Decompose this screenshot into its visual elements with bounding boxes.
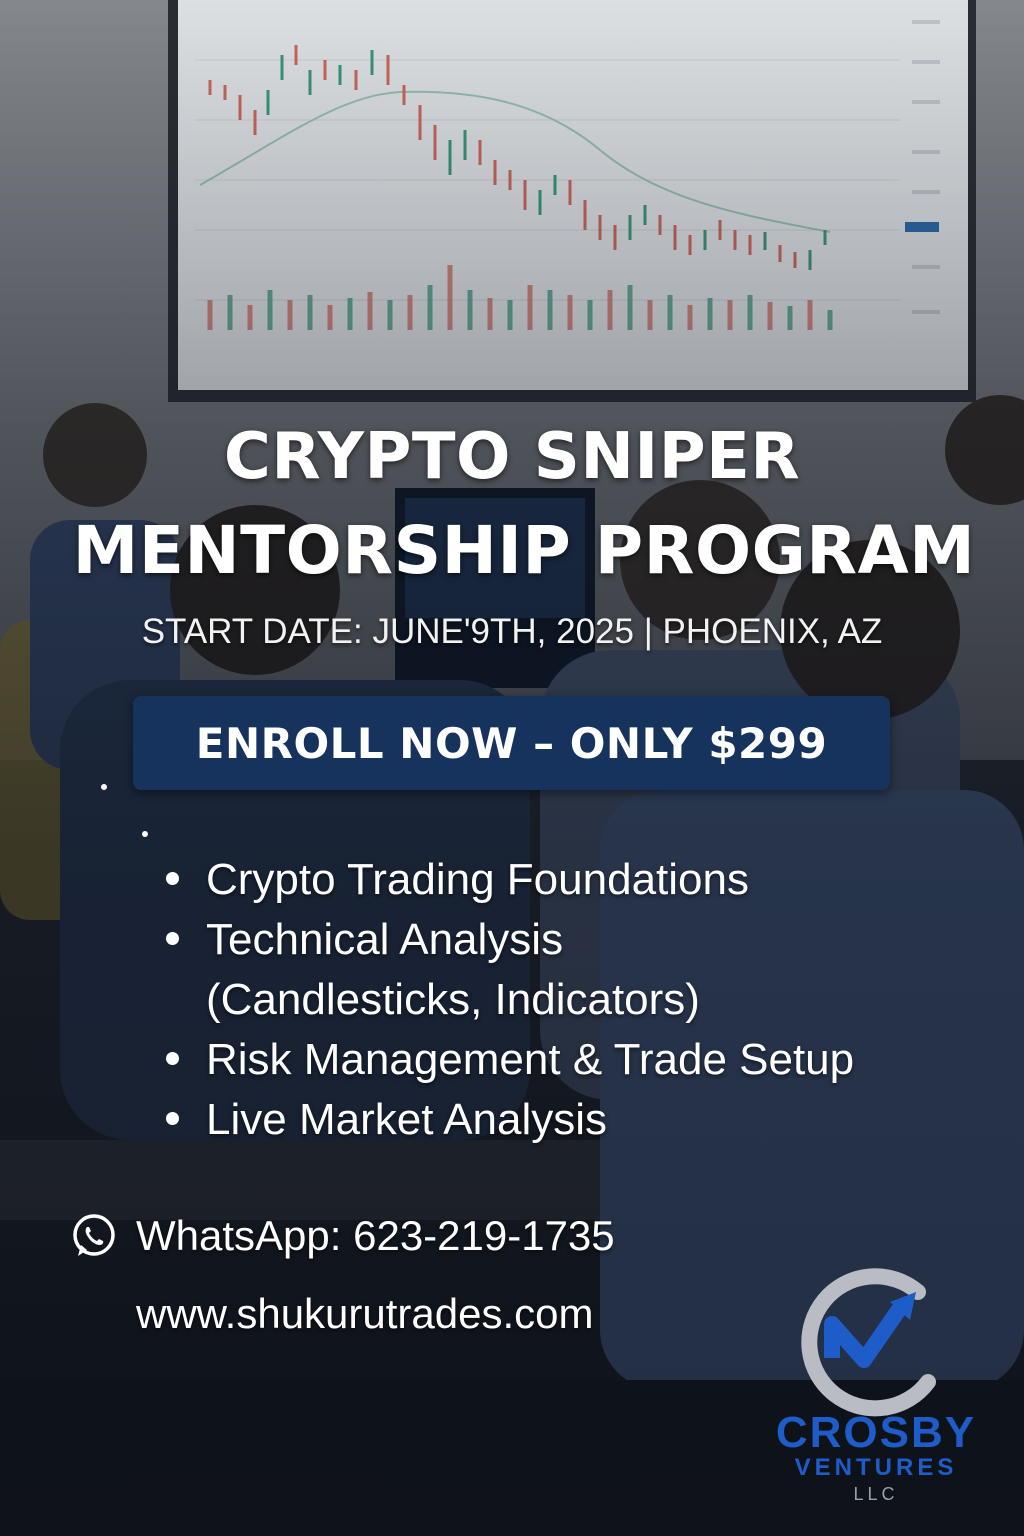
enroll-button[interactable]: ENROLL NOW – ONLY $299 bbox=[133, 696, 890, 790]
list-item-text: Crypto Trading Foundations bbox=[206, 855, 749, 904]
title-line-1: CRYPTO SNIPER bbox=[223, 420, 801, 494]
list-item-text: Risk Management & Trade Setup bbox=[206, 1035, 855, 1084]
whatsapp-contact[interactable]: WhatsApp: 623-219-1735 bbox=[70, 1212, 615, 1260]
whatsapp-icon bbox=[73, 1214, 115, 1256]
curriculum-list: Crypto Trading Foundations Technical Ana… bbox=[160, 850, 980, 1150]
stray-bullet-dot bbox=[142, 831, 148, 837]
stray-bullet-dot bbox=[101, 784, 107, 790]
list-item: Technical Analysis bbox=[160, 910, 980, 970]
bullet-dot bbox=[166, 872, 179, 885]
bullet-dot bbox=[166, 1112, 179, 1125]
logo-name: CROSBY bbox=[775, 1408, 977, 1457]
list-item: Crypto Trading Foundations bbox=[160, 850, 980, 910]
bullet-dot bbox=[166, 932, 179, 945]
website-link[interactable]: www.shukurutrades.com bbox=[136, 1290, 594, 1338]
list-item-text: Live Market Analysis bbox=[206, 1095, 608, 1144]
logo-suffix: LLC bbox=[853, 1484, 899, 1504]
list-item-text: Technical Analysis bbox=[206, 915, 564, 964]
bullet-dot bbox=[166, 1052, 179, 1065]
title-line-2: MENTORSHIP PROGRAM bbox=[72, 512, 976, 589]
start-date-location: START DATE: JUNE'9TH, 2025 | PHOENIX, AZ bbox=[141, 612, 883, 651]
whatsapp-number: WhatsApp: 623-219-1735 bbox=[136, 1212, 615, 1259]
list-item: Risk Management & Trade Setup bbox=[160, 1030, 980, 1090]
logo-subtitle: VENTURES bbox=[794, 1454, 958, 1481]
list-item-text: (Candlesticks, Indicators) bbox=[206, 975, 700, 1024]
list-item-continuation: (Candlesticks, Indicators) bbox=[160, 970, 980, 1030]
list-item: Live Market Analysis bbox=[160, 1090, 980, 1150]
